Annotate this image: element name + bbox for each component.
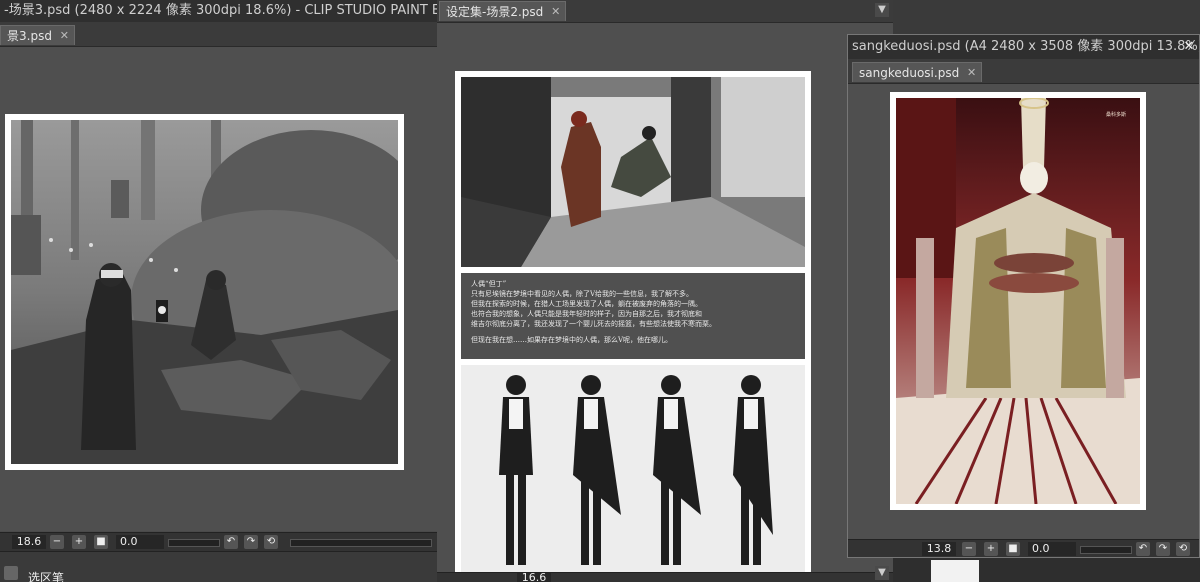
pope-throne-artwork: 桑科多斯 bbox=[896, 98, 1140, 504]
left-document-window: -场景3.psd (2480 x 2224 像素 300dpi 18.6%) -… bbox=[0, 0, 437, 582]
bottom-strip bbox=[893, 558, 1200, 582]
hallway-scene-artwork bbox=[461, 77, 805, 267]
left-zoom-value[interactable]: 18.6 bbox=[12, 535, 46, 549]
close-icon[interactable]: ✕ bbox=[551, 2, 560, 22]
middle-document-window: 设定集-场景2.psd ✕ ▼ 人偶“但丁” 只有尼埃镜在梦境中看见的人偶，除了… bbox=[437, 0, 893, 582]
middle-document-tab-label: 设定集-场景2.psd bbox=[446, 5, 544, 19]
close-icon[interactable]: ✕ bbox=[967, 63, 976, 83]
description-line: 但我在探索的时候，在猎人工场里发现了人偶，躺在被废弃的角落的一隅。 bbox=[471, 300, 702, 308]
left-status-bar: 18.6 − + ■ 0.0 ↶ ↷ ⟲ bbox=[0, 532, 437, 551]
close-icon[interactable]: ✕ bbox=[1182, 40, 1196, 54]
middle-status-bar: 16.6 bbox=[437, 572, 893, 582]
left-bottom-panel: 选区笔 bbox=[0, 551, 437, 582]
description-line: 维吉尔彻底分离了，我还发现了一个婴儿死去的摇篮，有些想法使我不寒而栗。 bbox=[471, 320, 716, 328]
fit-icon[interactable]: ■ bbox=[94, 535, 108, 549]
rotate-left-icon[interactable]: ↶ bbox=[1136, 542, 1150, 556]
chevron-down-icon[interactable]: ▼ bbox=[875, 3, 889, 17]
thumbnail-preview bbox=[931, 560, 979, 582]
left-window-title: -场景3.psd (2480 x 2224 像素 300dpi 18.6%) -… bbox=[0, 0, 437, 22]
left-canvas-area[interactable] bbox=[0, 47, 437, 531]
middle-zoom-value[interactable]: 16.6 bbox=[517, 572, 551, 582]
middle-document-tab[interactable]: 设定集-场景2.psd ✕ bbox=[439, 1, 567, 22]
chevron-down-icon[interactable]: ▼ bbox=[875, 566, 889, 580]
close-icon[interactable]: ✕ bbox=[60, 26, 69, 46]
left-document-tab-label: 景3.psd bbox=[7, 29, 52, 43]
right-canvas-area[interactable]: 桑科多斯 bbox=[848, 84, 1199, 539]
right-zoom-value[interactable]: 13.8 bbox=[922, 542, 956, 556]
reset-rotation-icon[interactable]: ⟲ bbox=[264, 535, 278, 549]
description-line: 只有尼埃镜在梦境中看见的人偶，除了V给我的一些信息，我了解不多。 bbox=[471, 290, 694, 298]
left-angle-field[interactable]: 0.0 bbox=[116, 535, 164, 549]
description-line: 也符合我的想象，人偶只能是我年轻时的样子，因为自那之后，我才彻底和 bbox=[471, 310, 702, 318]
zoom-in-icon[interactable]: + bbox=[984, 542, 998, 556]
right-window-title: sangkeduosi.psd (A4 2480 x 3508 像素 300dp… bbox=[848, 35, 1199, 59]
character-turnaround-artwork bbox=[461, 365, 805, 575]
left-document-tab[interactable]: 景3.psd ✕ bbox=[0, 25, 75, 45]
right-angle-slider[interactable] bbox=[1080, 546, 1132, 554]
signature-text: 桑科多斯 bbox=[1106, 111, 1126, 118]
rotate-right-icon[interactable]: ↷ bbox=[1156, 542, 1170, 556]
left-canvas-paper bbox=[5, 114, 404, 470]
description-line: 但现在我在想……如果存在梦境中的人偶，那么V呢，他在哪儿。 bbox=[471, 336, 673, 344]
right-canvas-paper: 桑科多斯 bbox=[890, 92, 1146, 510]
reset-rotation-icon[interactable]: ⟲ bbox=[1176, 542, 1190, 556]
right-document-window: sangkeduosi.psd (A4 2480 x 3508 像素 300dp… bbox=[847, 34, 1200, 558]
middle-tab-bar: 设定集-场景2.psd ✕ ▼ bbox=[437, 0, 893, 23]
middle-canvas-area[interactable]: 人偶“但丁” 只有尼埃镜在梦境中看见的人偶，除了V给我的一些信息，我了解不多。 … bbox=[437, 23, 893, 582]
forest-scene-artwork bbox=[11, 120, 398, 464]
left-angle-slider[interactable] bbox=[168, 539, 220, 547]
right-status-bar: 13.8 − + ■ 0.0 ↶ ↷ ⟲ bbox=[848, 539, 1199, 557]
zoom-in-icon[interactable]: + bbox=[72, 535, 86, 549]
zoom-out-icon[interactable]: − bbox=[50, 535, 64, 549]
left-bottom-panel-label[interactable]: 选区笔 bbox=[28, 569, 64, 582]
layer-icon bbox=[4, 566, 18, 580]
character-description-block: 人偶“但丁” 只有尼埃镜在梦境中看见的人偶，除了V给我的一些信息，我了解不多。 … bbox=[461, 273, 805, 359]
rotate-left-icon[interactable]: ↶ bbox=[224, 535, 238, 549]
right-document-tab[interactable]: sangkeduosi.psd ✕ bbox=[852, 62, 983, 83]
description-line: 人偶“但丁” bbox=[471, 280, 507, 288]
left-tab-bar: 景3.psd ✕ bbox=[0, 22, 437, 47]
rotate-right-icon[interactable]: ↷ bbox=[244, 535, 258, 549]
right-angle-field[interactable]: 0.0 bbox=[1028, 542, 1076, 556]
zoom-out-icon[interactable]: − bbox=[962, 542, 976, 556]
left-horizontal-scrollbar[interactable] bbox=[290, 539, 432, 547]
right-document-tab-label: sangkeduosi.psd bbox=[859, 66, 960, 80]
middle-canvas-paper: 人偶“但丁” 只有尼埃镜在梦境中看见的人偶，除了V给我的一些信息，我了解不多。 … bbox=[455, 71, 811, 581]
fit-icon[interactable]: ■ bbox=[1006, 542, 1020, 556]
right-tab-bar: sangkeduosi.psd ✕ bbox=[848, 59, 1199, 84]
